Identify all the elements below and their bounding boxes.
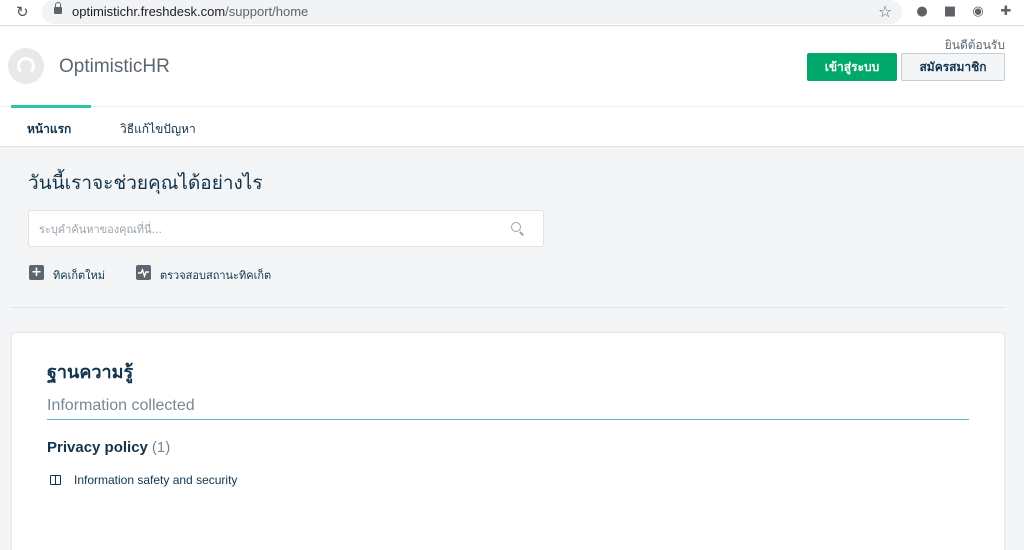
check-status-label: ตรวจสอบสถานะทิคเก็ต [160,269,272,282]
browser-toolbar: ↻ optimistichr.freshdesk.com/support/hom… [0,0,1024,26]
section-divider [11,307,1004,308]
bookmark-star-icon[interactable]: ☆ [878,2,892,21]
search-input[interactable] [39,220,499,238]
search-icon[interactable] [511,222,525,236]
category-underline [47,419,969,420]
folder-name: Privacy policy [47,439,148,456]
book-icon [50,475,62,485]
article-title: Information safety and security [74,473,238,487]
check-ticket-status-link[interactable]: ตรวจสอบสถานะทิคเก็ต [136,265,286,282]
plus-icon: + [29,265,44,280]
knowledge-base-title: ฐานความรู้ [47,362,134,383]
nav-tabs: หน้าแรก วิธีแก้ไขปัญหา [0,105,1024,147]
category-title[interactable]: Information collected [47,397,195,415]
extension-icon[interactable]: ■ [942,4,958,20]
active-tab-indicator [11,105,91,108]
lock-icon [54,2,62,16]
tab-solutions[interactable]: วิธีแก้ไขปัญหา [120,120,196,139]
new-ticket-label: ทิคเก็ตใหม่ [53,269,106,282]
reload-icon[interactable]: ↻ [16,4,32,20]
portal-header: OptimisticHR ยินดีต้อนรับ เข้าสู่ระบบ สม… [0,27,1024,106]
new-ticket-link[interactable]: + ทิคเก็ตใหม่ [29,265,119,282]
login-button[interactable]: เข้าสู่ระบบ [807,53,897,81]
folder-count: (1) [151,439,171,456]
extension-icon[interactable]: ● [914,4,930,20]
activity-icon [136,265,151,280]
page-title: วันนี้เราจะช่วยคุณได้อย่างไร [28,172,263,194]
folder-link[interactable]: Privacy policy (1) [47,439,170,456]
headset-logo-icon[interactable] [8,48,44,84]
address-bar[interactable]: optimistichr.freshdesk.com/support/home … [42,0,902,24]
tab-home[interactable]: หน้าแรก [27,120,71,139]
url-text: optimistichr.freshdesk.com/support/home [72,4,309,19]
signup-button[interactable]: สมัครสมาชิก [901,53,1005,81]
puzzle-icon[interactable]: ✚ [998,4,1014,20]
camera-icon[interactable]: ◉ [970,4,986,20]
knowledge-base-card: ฐานความรู้ Information collected Privacy… [11,332,1005,550]
brand-name[interactable]: OptimisticHR [59,56,170,78]
search-box [28,210,544,247]
